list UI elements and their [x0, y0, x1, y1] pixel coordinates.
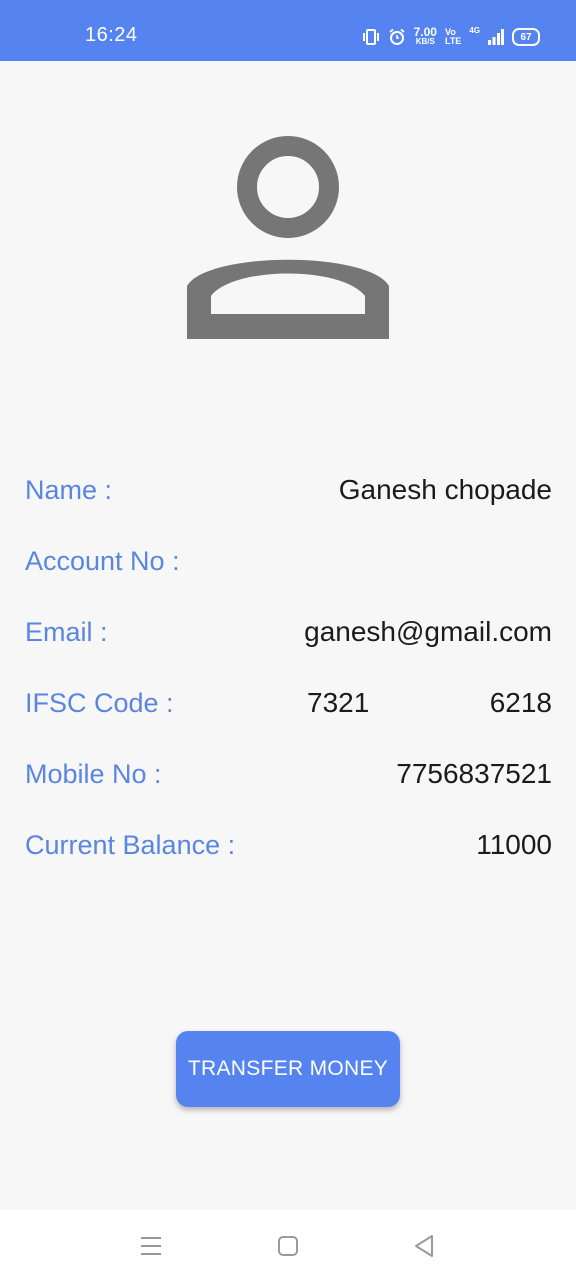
battery-level: 67 [520, 31, 532, 43]
name-value: Ganesh chopade [338, 474, 552, 505]
account-label: Account No : [25, 546, 180, 576]
back-triangle-icon[interactable] [405, 1232, 445, 1260]
name-label: Name : [25, 475, 113, 505]
email-row: Email : ganesh@gmail.com [25, 612, 552, 652]
network-type: 4G [469, 26, 480, 35]
balance-row: Current Balance : 11000 [25, 825, 552, 865]
mobile-label: Mobile No : [25, 759, 162, 789]
speed-value: 7.00 [413, 25, 437, 39]
account-row: Account No : [25, 541, 552, 581]
home-square-icon[interactable] [268, 1232, 308, 1260]
speed-unit: KB/S [415, 37, 435, 46]
status-bar: 16:24 7.00 KB/S Vo LTE 4G 67 [0, 0, 576, 61]
signal-icon [488, 29, 504, 45]
mobile-value: 7756837521 [396, 758, 552, 789]
status-icons: 7.00 KB/S Vo LTE 4G 67 [362, 24, 540, 50]
volte-indicator: Vo LTE [445, 28, 461, 46]
alarm-icon [389, 28, 405, 45]
mobile-row: Mobile No : 7756837521 [25, 754, 552, 794]
avatar [187, 136, 389, 339]
ifsc-label: IFSC Code : [25, 688, 174, 718]
navigation-bar [0, 1210, 576, 1280]
balance-label: Current Balance : [25, 830, 236, 860]
name-row: Name : Ganesh chopade [25, 470, 552, 510]
email-label: Email : [25, 617, 108, 647]
ifsc-row: IFSC Code : 7321 6218 [25, 683, 552, 723]
volte-bottom: LTE [444, 36, 462, 46]
transfer-money-button[interactable]: TRANSFER MONEY [176, 1031, 400, 1107]
battery-icon: 67 [512, 28, 540, 46]
email-value: ganesh@gmail.com [304, 616, 552, 647]
vibrate-icon [362, 29, 379, 45]
ifsc-value: 7321 [307, 687, 370, 718]
network-speed: 7.00 KB/S [413, 25, 437, 46]
balance-value: 11000 [476, 829, 552, 860]
menu-icon[interactable] [131, 1232, 171, 1260]
status-time: 16:24 [85, 24, 138, 46]
ifsc-value-secondary: 6218 [489, 687, 552, 718]
person-outline-icon [187, 136, 389, 339]
